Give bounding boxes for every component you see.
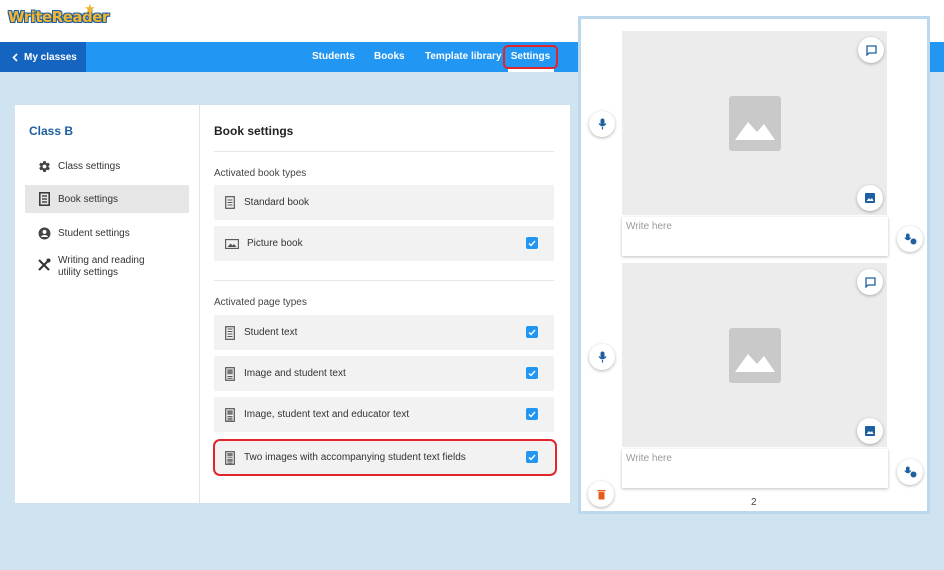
voice-settings-icon <box>903 466 916 478</box>
image-placeholder-icon <box>729 328 781 383</box>
delete-button[interactable] <box>588 481 614 507</box>
image-placeholder-icon <box>729 96 781 151</box>
option-label: Student text <box>244 327 298 338</box>
book-icon <box>37 192 51 206</box>
account-icon <box>37 226 51 240</box>
page-title: Book settings <box>214 124 294 138</box>
sidebar-item-label: Class settings <box>58 160 121 172</box>
option-label: Standard book <box>244 197 310 208</box>
microphone-button[interactable] <box>589 111 615 137</box>
sidebar-item-label: Writing and reading utility settings <box>58 255 145 278</box>
trash-icon <box>597 489 605 499</box>
class-title: Class B <box>29 124 74 138</box>
checkbox-checked[interactable] <box>526 408 538 420</box>
checkbox-checked[interactable] <box>526 237 538 249</box>
image-button[interactable] <box>857 418 883 444</box>
page-types-label: Activated page types <box>214 297 307 308</box>
settings-sidebar: Class B Class settings Book settings Stu… <box>15 105 200 503</box>
star-icon: ★ <box>84 2 96 17</box>
my-classes-label: My classes <box>24 51 77 63</box>
sidebar-item-label: Student settings <box>58 227 130 239</box>
option-image-and-student-text[interactable]: Image and student text <box>214 356 554 391</box>
comment-button[interactable] <box>858 37 884 63</box>
voice-settings-button[interactable] <box>897 459 923 485</box>
option-image-student-educator-text[interactable]: Image, student text and educator text <box>214 397 554 432</box>
divider <box>214 280 554 281</box>
microphone-button[interactable] <box>589 344 615 370</box>
sidebar-item-class-settings[interactable]: Class settings <box>25 152 189 180</box>
page-text-icon <box>225 325 237 340</box>
active-tab-indicator <box>508 69 554 72</box>
image-slot-1[interactable] <box>622 31 887 215</box>
image-icon <box>865 426 875 436</box>
voice-settings-icon <box>903 233 916 245</box>
option-student-text[interactable]: Student text <box>214 315 554 350</box>
text-field-1[interactable]: Write here <box>622 217 888 256</box>
comment-icon <box>864 276 876 288</box>
page-preview: Write here Write here 2 <box>578 16 930 514</box>
nav-books[interactable]: Books <box>374 42 405 72</box>
tools-icon <box>37 258 51 272</box>
comment-icon <box>865 44 877 56</box>
microphone-icon <box>598 118 606 130</box>
option-picture-book[interactable]: Picture book <box>214 226 554 261</box>
highlight-box <box>213 439 557 476</box>
gear-icon <box>37 159 51 173</box>
book-types-label: Activated book types <box>214 168 307 179</box>
sidebar-item-label: Book settings <box>58 193 119 205</box>
chevron-left-icon <box>12 52 18 62</box>
nav-template-library[interactable]: Template library <box>425 42 502 72</box>
sidebar-item-student-settings[interactable]: Student settings <box>25 219 189 247</box>
option-label: Picture book <box>247 238 303 249</box>
checkbox-checked[interactable] <box>526 367 538 379</box>
sidebar-item-utility-settings[interactable]: Writing and reading utility settings <box>25 252 189 282</box>
option-standard-book[interactable]: Standard book <box>214 185 554 220</box>
nav-settings[interactable]: Settings <box>503 45 558 69</box>
my-classes-button[interactable]: My classes <box>0 42 86 72</box>
image-slot-2[interactable] <box>622 263 887 447</box>
divider <box>214 151 554 152</box>
nav-students[interactable]: Students <box>312 42 355 72</box>
image-icon <box>865 193 875 203</box>
microphone-icon <box>598 351 606 363</box>
page-image-text-icon <box>225 407 237 422</box>
page-image-text-icon <box>225 366 237 381</box>
checkbox-checked[interactable] <box>526 326 538 338</box>
voice-settings-button[interactable] <box>897 226 923 252</box>
book-icon <box>225 195 237 210</box>
option-label: Image, student text and educator text <box>244 409 410 420</box>
option-label: Image and student text <box>244 368 346 379</box>
text-field-2[interactable]: Write here <box>622 449 888 488</box>
picture-icon <box>225 236 240 251</box>
writereader-logo[interactable]: WriteReader ★ <box>8 2 109 26</box>
comment-button[interactable] <box>857 269 883 295</box>
sidebar-item-book-settings[interactable]: Book settings <box>25 185 189 213</box>
image-button[interactable] <box>857 185 883 211</box>
page-number: 2 <box>751 497 757 508</box>
